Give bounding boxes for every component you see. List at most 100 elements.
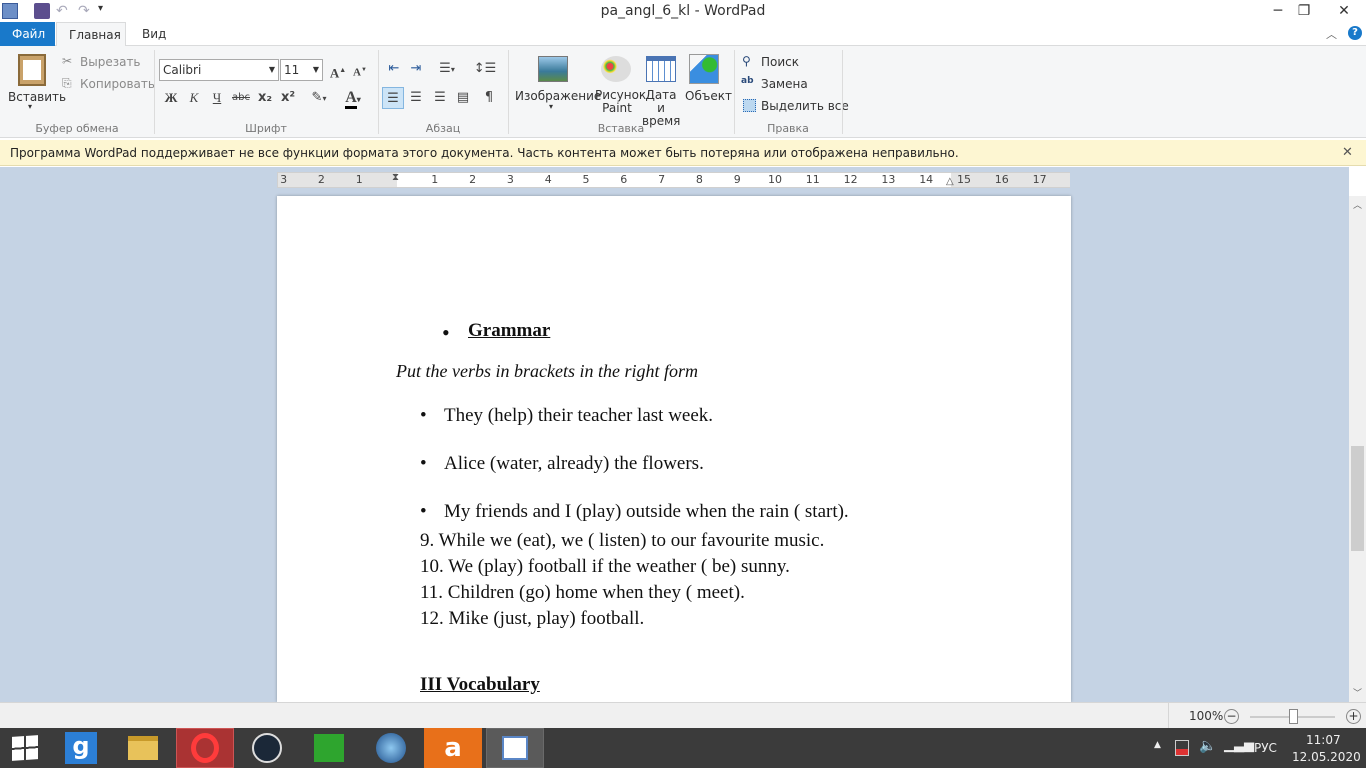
clock-time[interactable]: 11:07 <box>1306 733 1341 747</box>
copy-button[interactable]: Копировать <box>80 77 155 91</box>
help-icon[interactable]: ? <box>1348 26 1362 40</box>
scroll-down-icon[interactable]: ﹀ <box>1353 686 1362 699</box>
font-family-select[interactable]: Calibri ▼ <box>159 59 279 81</box>
scissors-icon: ✂ <box>62 54 73 68</box>
align-left-icon[interactable]: ☰ <box>382 87 404 109</box>
font-size-select[interactable]: 11 ▼ <box>280 59 323 81</box>
close-info-bar-button[interactable]: ✕ <box>1342 145 1353 160</box>
paragraph-group-label: Абзац <box>425 122 461 135</box>
zoom-slider-thumb[interactable] <box>1288 709 1298 724</box>
bullet-list-icon[interactable]: ☰▾ <box>431 58 463 80</box>
taskbar: g a ▲ 🔈 ▁▃▅ РУС 11:07 12.05.2020 <box>0 728 1366 768</box>
font-color-icon[interactable]: A▾ <box>338 87 368 109</box>
save-icon[interactable] <box>34 3 50 19</box>
bullet: • <box>420 501 427 522</box>
scroll-up-icon[interactable]: ︿ <box>1353 198 1362 211</box>
bullet: • <box>420 453 427 474</box>
indent-marker-icon[interactable]: ⧗ <box>392 172 399 183</box>
zoom-in-button[interactable]: + <box>1346 709 1361 724</box>
paste-icon[interactable] <box>18 54 46 86</box>
ruler-number: 3 <box>280 173 288 186</box>
volume-icon[interactable]: 🔈 <box>1199 738 1216 754</box>
bullet-item: Alice (water, already) the flowers. <box>444 453 704 474</box>
superscript-button[interactable]: x² <box>277 87 299 109</box>
network-signal-icon[interactable]: ▁▃▅ <box>1224 738 1254 753</box>
decrease-indent-icon[interactable]: ⇤ <box>383 58 405 80</box>
scrollbar-thumb[interactable] <box>1351 446 1364 551</box>
document-page[interactable]: • Grammar Put the verbs in brackets in t… <box>277 196 1071 702</box>
italic-button[interactable]: К <box>183 87 205 109</box>
restore-button[interactable]: ❐ <box>1290 0 1318 22</box>
wordpad-app-icon[interactable] <box>2 3 18 19</box>
tab-home[interactable]: Главная <box>56 22 126 47</box>
paint-drawing-button[interactable]: Рисунок Paint <box>595 89 646 115</box>
ruler-number: 1 <box>431 173 439 186</box>
taskbar-avast[interactable]: a <box>424 728 482 768</box>
tab-view[interactable]: Вид <box>130 22 178 46</box>
tab-file[interactable]: Файл <box>0 22 55 46</box>
numbered-item: 9. While we (eat), we ( listen) to our f… <box>420 530 825 551</box>
image-dropdown-icon[interactable]: ▾ <box>549 102 553 111</box>
ruler-number: 16 <box>994 173 1009 186</box>
ribbon-tabs: Файл Главная Вид ︿ ? <box>0 22 1366 47</box>
zoom-out-button[interactable]: − <box>1224 709 1239 724</box>
highlight-color-icon[interactable]: ✎▾ <box>304 87 334 109</box>
right-indent-marker-icon[interactable]: △ <box>946 176 954 187</box>
paste-button[interactable]: Вставить <box>8 90 66 104</box>
battery-icon[interactable] <box>1175 740 1189 756</box>
collapse-ribbon-icon[interactable]: ︿ <box>1326 26 1337 42</box>
paint-palette-icon[interactable] <box>601 56 631 82</box>
customize-toolbar-icon[interactable]: ▾ <box>98 3 114 19</box>
strikethrough-button[interactable]: abc <box>230 87 252 109</box>
taskbar-app-g[interactable]: g <box>52 728 110 768</box>
taskbar-wordpad[interactable] <box>486 728 544 768</box>
ruler[interactable]: ⧗ △ 3 2 1 1 2 3 4 5 6 7 8 9 10 11 12 13 14 15 16 17 <box>277 172 1070 188</box>
bold-button[interactable]: Ж <box>160 87 182 109</box>
insert-group-label: Вставка <box>597 122 645 135</box>
grow-font-icon[interactable]: A▲ <box>327 59 349 81</box>
steam-icon <box>252 733 282 763</box>
align-right-icon[interactable]: ☰ <box>429 87 451 109</box>
cut-button[interactable]: Вырезать <box>80 55 141 69</box>
paragraph-settings-icon[interactable]: ¶ <box>478 87 500 109</box>
close-button[interactable]: ✕ <box>1324 0 1364 22</box>
numbered-item: 12. Mike (just, play) football. <box>420 608 645 629</box>
insert-image-button[interactable]: Изображение <box>515 89 601 103</box>
taskbar-steam[interactable] <box>238 728 296 768</box>
redo-icon[interactable]: ↷ <box>78 3 94 19</box>
taskbar-app-blue[interactable] <box>362 728 420 768</box>
bullet: • <box>420 405 427 426</box>
store-icon <box>314 734 344 762</box>
minimize-button[interactable]: ─ <box>1264 0 1292 22</box>
clock-date[interactable]: 12.05.2020 <box>1292 750 1361 764</box>
taskbar-store[interactable] <box>300 728 358 768</box>
taskbar-explorer[interactable] <box>114 728 172 768</box>
paste-dropdown-icon[interactable]: ▾ <box>28 102 32 111</box>
wordpad-icon <box>502 736 528 760</box>
subscript-button[interactable]: x₂ <box>254 87 276 109</box>
undo-icon[interactable]: ↶ <box>56 3 72 19</box>
justify-icon[interactable]: ▤ <box>452 87 474 109</box>
show-hidden-icons[interactable]: ▲ <box>1154 740 1161 750</box>
vertical-scrollbar[interactable]: ︿ ﹀ <box>1349 196 1366 702</box>
taskbar-opera[interactable] <box>176 728 234 768</box>
underline-button[interactable]: Ч <box>206 87 228 109</box>
find-button[interactable]: Поиск <box>761 55 799 69</box>
select-all-button[interactable]: Выделить все <box>761 99 849 113</box>
insert-object-button[interactable]: Объект <box>685 89 732 103</box>
increase-indent-icon[interactable]: ⇥ <box>405 58 427 80</box>
image-icon[interactable] <box>538 56 568 82</box>
date-time-icon[interactable] <box>646 56 676 82</box>
object-icon[interactable] <box>689 54 719 84</box>
align-center-icon[interactable]: ☰ <box>405 87 427 109</box>
replace-button[interactable]: Замена <box>761 77 808 91</box>
start-button[interactable] <box>0 728 50 768</box>
blue-app-icon <box>376 733 406 763</box>
line-spacing-icon[interactable]: ↕☰ <box>470 58 500 80</box>
instruction-text: Put the verbs in brackets in the right f… <box>396 361 698 381</box>
input-language[interactable]: РУС <box>1254 741 1277 755</box>
ruler-number: 5 <box>582 173 590 186</box>
zoom-level: 100% <box>1189 709 1224 723</box>
font-size-value: 11 <box>284 63 300 77</box>
shrink-font-icon[interactable]: A▼ <box>349 59 371 81</box>
